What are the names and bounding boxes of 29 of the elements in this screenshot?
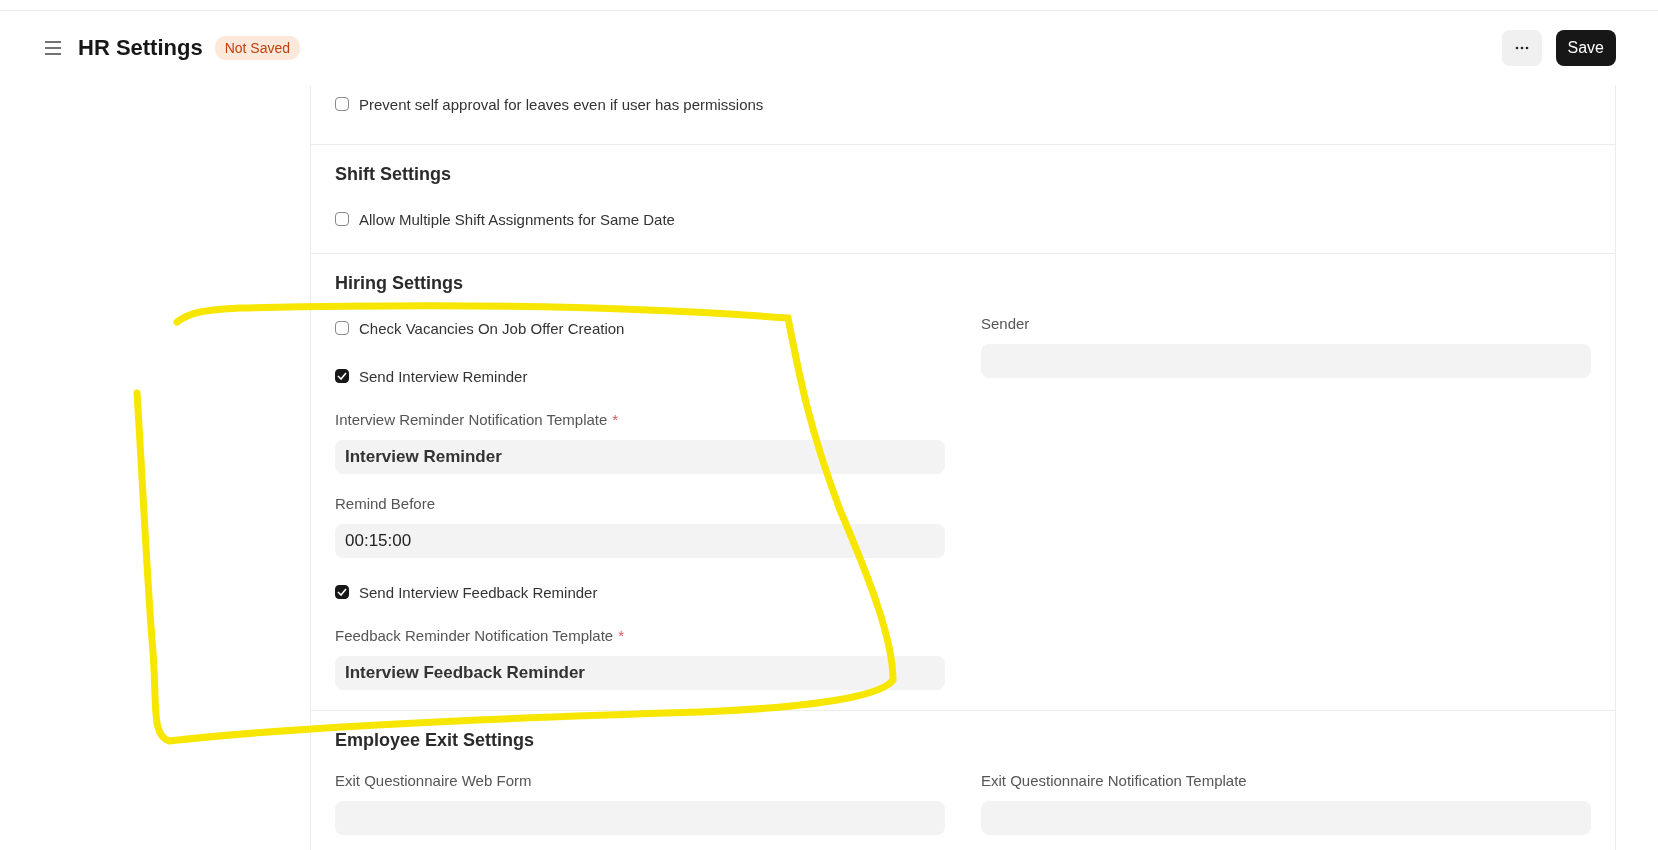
checkbox-label: Check Vacancies On Job Offer Creation: [359, 319, 625, 337]
checkbox[interactable]: [335, 321, 349, 335]
field-label: Sender: [981, 315, 1030, 332]
section-title: Hiring Settings: [335, 272, 464, 294]
checkbox-label: Allow Multiple Shift Assignments for Same Date: [359, 210, 675, 228]
status-badge: Not Saved: [214, 36, 301, 60]
required-mark: *: [612, 411, 619, 428]
field-label: Interview Reminder Notification Template: [335, 411, 608, 428]
checkbox[interactable]: [335, 369, 349, 383]
field-label: Exit Questionnaire Notification Template: [981, 772, 1247, 789]
input-field[interactable]: 00:15:00: [335, 524, 945, 558]
page-title: HR Settings: [78, 35, 203, 61]
menu-icon[interactable]: [44, 41, 62, 55]
field-label: Remind Before: [335, 495, 436, 512]
more-icon: [1514, 46, 1529, 50]
section-title: Shift Settings: [335, 163, 452, 185]
section-title: Employee Exit Settings: [335, 729, 536, 751]
checkbox[interactable]: [335, 585, 349, 599]
checkbox-label: Send Interview Feedback Reminder: [359, 583, 598, 601]
field-label: Feedback Reminder Notification Template: [335, 627, 614, 644]
save-button[interactable]: Save: [1555, 30, 1616, 66]
field-label: Exit Questionnaire Web Form: [335, 772, 532, 789]
checkbox[interactable]: [335, 212, 349, 226]
input-field[interactable]: Interview Reminder: [335, 440, 945, 474]
input-field[interactable]: Interview Feedback Reminder: [335, 656, 945, 690]
checkbox-label: Send Interview Reminder: [359, 367, 528, 385]
checkbox[interactable]: [335, 97, 349, 111]
required-mark: *: [618, 627, 625, 644]
checkbox-label: Prevent self approval for leaves even if user has permissions: [359, 95, 764, 113]
